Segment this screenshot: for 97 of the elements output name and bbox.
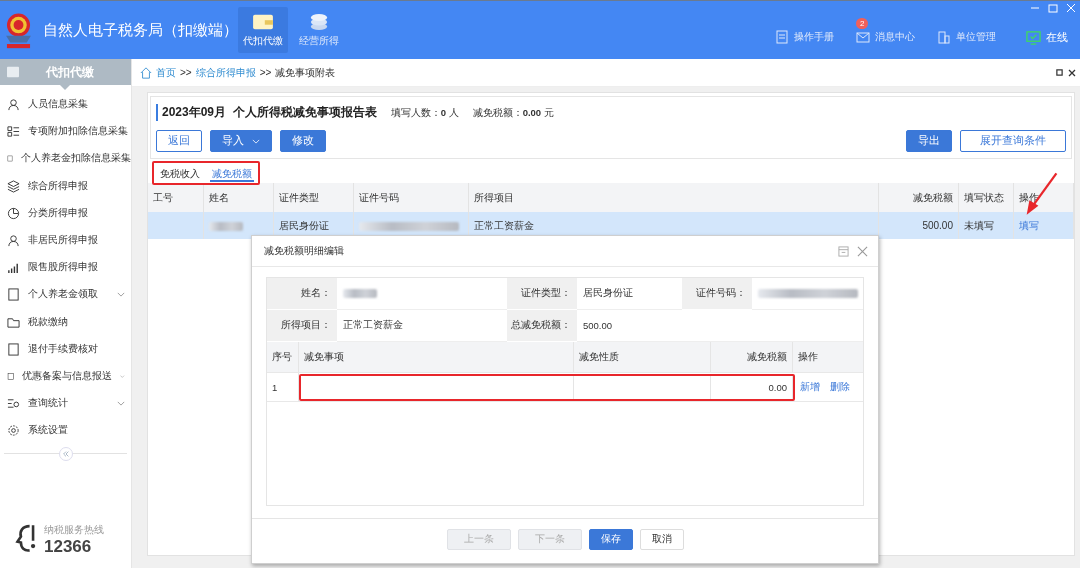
module-tab[interactable]: 经营所得 [294,7,344,53]
summary-stat: 减免税额：0.00 元 [472,107,554,120]
toolbar-button[interactable]: 展开查询条件 [960,130,1066,152]
sidebar-item[interactable]: 综合所得申报 [0,172,131,200]
row-action-link[interactable]: 新增 [800,380,820,394]
column-header: 所得项目 [468,183,879,212]
breadcrumb-separator: >> [180,67,192,78]
calculator-icon[interactable] [838,245,849,257]
app-title: 自然人电子税务局（扣缴端） [43,20,238,40]
column-header: 工号 [148,183,203,212]
column-header: 减免税额 [711,342,793,372]
document-icon [775,30,789,44]
online-status: 在线 [1026,29,1068,45]
column-header: 操作 [797,349,819,364]
sidebar-item[interactable]: 税款缴纳 [0,308,131,336]
sidebar-item[interactable]: 优惠备案与信息报送 [0,362,131,391]
toolbar-button[interactable]: 导入 [210,130,272,152]
field-label: 证件类型： [507,278,577,310]
settings-icon [7,424,20,438]
sidebar-item[interactable]: 人员信息采集 [0,91,131,119]
unread-count-badge: 2 [856,18,869,29]
menu-item-icon [7,206,20,220]
field-value: 居民身份证 [583,287,633,300]
home-icon[interactable] [140,66,152,79]
menu-item-icon [7,179,20,193]
menu-item-icon [7,315,20,329]
breadcrumb-link[interactable]: 首页 [156,65,176,80]
field-value: 正常工资薪金 [343,319,403,332]
sidebar-item[interactable]: 非居民所得申报 [0,226,131,255]
monitor-check-icon [1026,29,1041,45]
column-header: 减免事项 [299,342,574,372]
menu-item-icon [7,234,20,248]
fill-in-link[interactable]: 填写 [1019,219,1039,231]
column-header: 证件号码 [353,183,468,212]
dialog-button[interactable]: 取消 [639,528,684,550]
table-cell: 正常工资薪金 [473,219,534,231]
field-label: 所得项目： [267,310,337,342]
menu-item-icon [7,125,20,139]
breadcrumb-current: 减免事项附表 [275,65,336,80]
header-tool-button[interactable]: 操作手册 [775,30,834,44]
blurred-text [343,289,377,298]
column-header: 填写状态 [958,183,1014,212]
maximize-icon[interactable] [1056,69,1063,76]
coins-icon [308,12,330,31]
toolbar-button[interactable]: 导出 [906,130,952,152]
toolbar-button[interactable]: 返回 [156,130,202,152]
restore-icon[interactable] [1048,3,1058,13]
menu-item-icon [7,98,20,112]
sidebar-item[interactable]: 查询统计 [0,390,131,418]
blurred-text [208,221,243,231]
sidebar-item[interactable]: 分类所得申报 [0,199,131,227]
sidebar-item[interactable]: 专项附加扣除信息采集 [0,118,131,146]
column-header: 姓名 [203,183,273,212]
dialog-button[interactable]: 保存 [588,528,633,550]
sidebar-item[interactable]: 退付手续费核对 [0,335,131,363]
breadcrumb-separator: >> [259,67,272,78]
tab[interactable]: 免税收入 [158,168,202,182]
field-label: 证件号码： [682,278,752,310]
column-header: 序号 [267,342,299,372]
field-label: 总减免税额： [507,310,577,342]
row-action-link[interactable]: 删除 [830,380,850,394]
hotline-label: 纳税服务热线 [44,523,104,537]
sidebar-item[interactable]: 个人养老金扣除信息采集 [0,145,131,173]
sidebar-item[interactable]: 系统设置 [0,417,131,445]
close-icon[interactable] [1068,68,1076,77]
table-cell: 500.00 [922,220,953,231]
menu-item-icon [7,288,20,302]
breadcrumb-link[interactable]: 综合所得申报 [195,65,256,80]
sidebar-item[interactable]: 限售股所得申报 [0,254,131,282]
toolbar-button[interactable]: 修改 [280,130,326,152]
column-header: 减免性质 [574,342,711,372]
mail-icon [856,30,870,44]
wallet-icon [252,12,274,31]
field-value: 500.00 [583,320,613,331]
amount-field[interactable]: 0.00 [711,376,793,399]
double-chevron-left-icon [61,450,70,459]
menu-item-icon [7,342,20,356]
table-cell: 居民身份证 [278,219,329,231]
hotline-number: 12366 [44,537,93,557]
dialog-title: 减免税额明细编辑 [264,244,344,258]
field-label: 姓名： [267,278,337,310]
row-number: 1 [267,373,299,401]
menu-item-icon [7,261,20,275]
column-header: 证件类型 [273,183,353,212]
header-tool-button[interactable]: 单位管理 [937,30,996,44]
wallet-icon [6,66,20,78]
sidebar-item[interactable]: 个人养老金领取 [0,281,131,309]
summary-stat: 填写人数：0 人 [390,107,459,120]
module-tab[interactable]: 代扣代缴 [238,7,288,53]
column-header: 减免税额 [878,183,959,212]
building-icon [937,30,951,44]
table-cell: 未填写 [964,219,994,231]
tab[interactable]: 减免税额 [210,168,254,182]
collapse-sidebar-button[interactable] [58,447,73,462]
report-title: 2023年09月 个人所得税减免事项报告表 [162,104,377,121]
search-icon [7,397,20,411]
sidebar-title: 代扣代缴 [46,63,94,81]
